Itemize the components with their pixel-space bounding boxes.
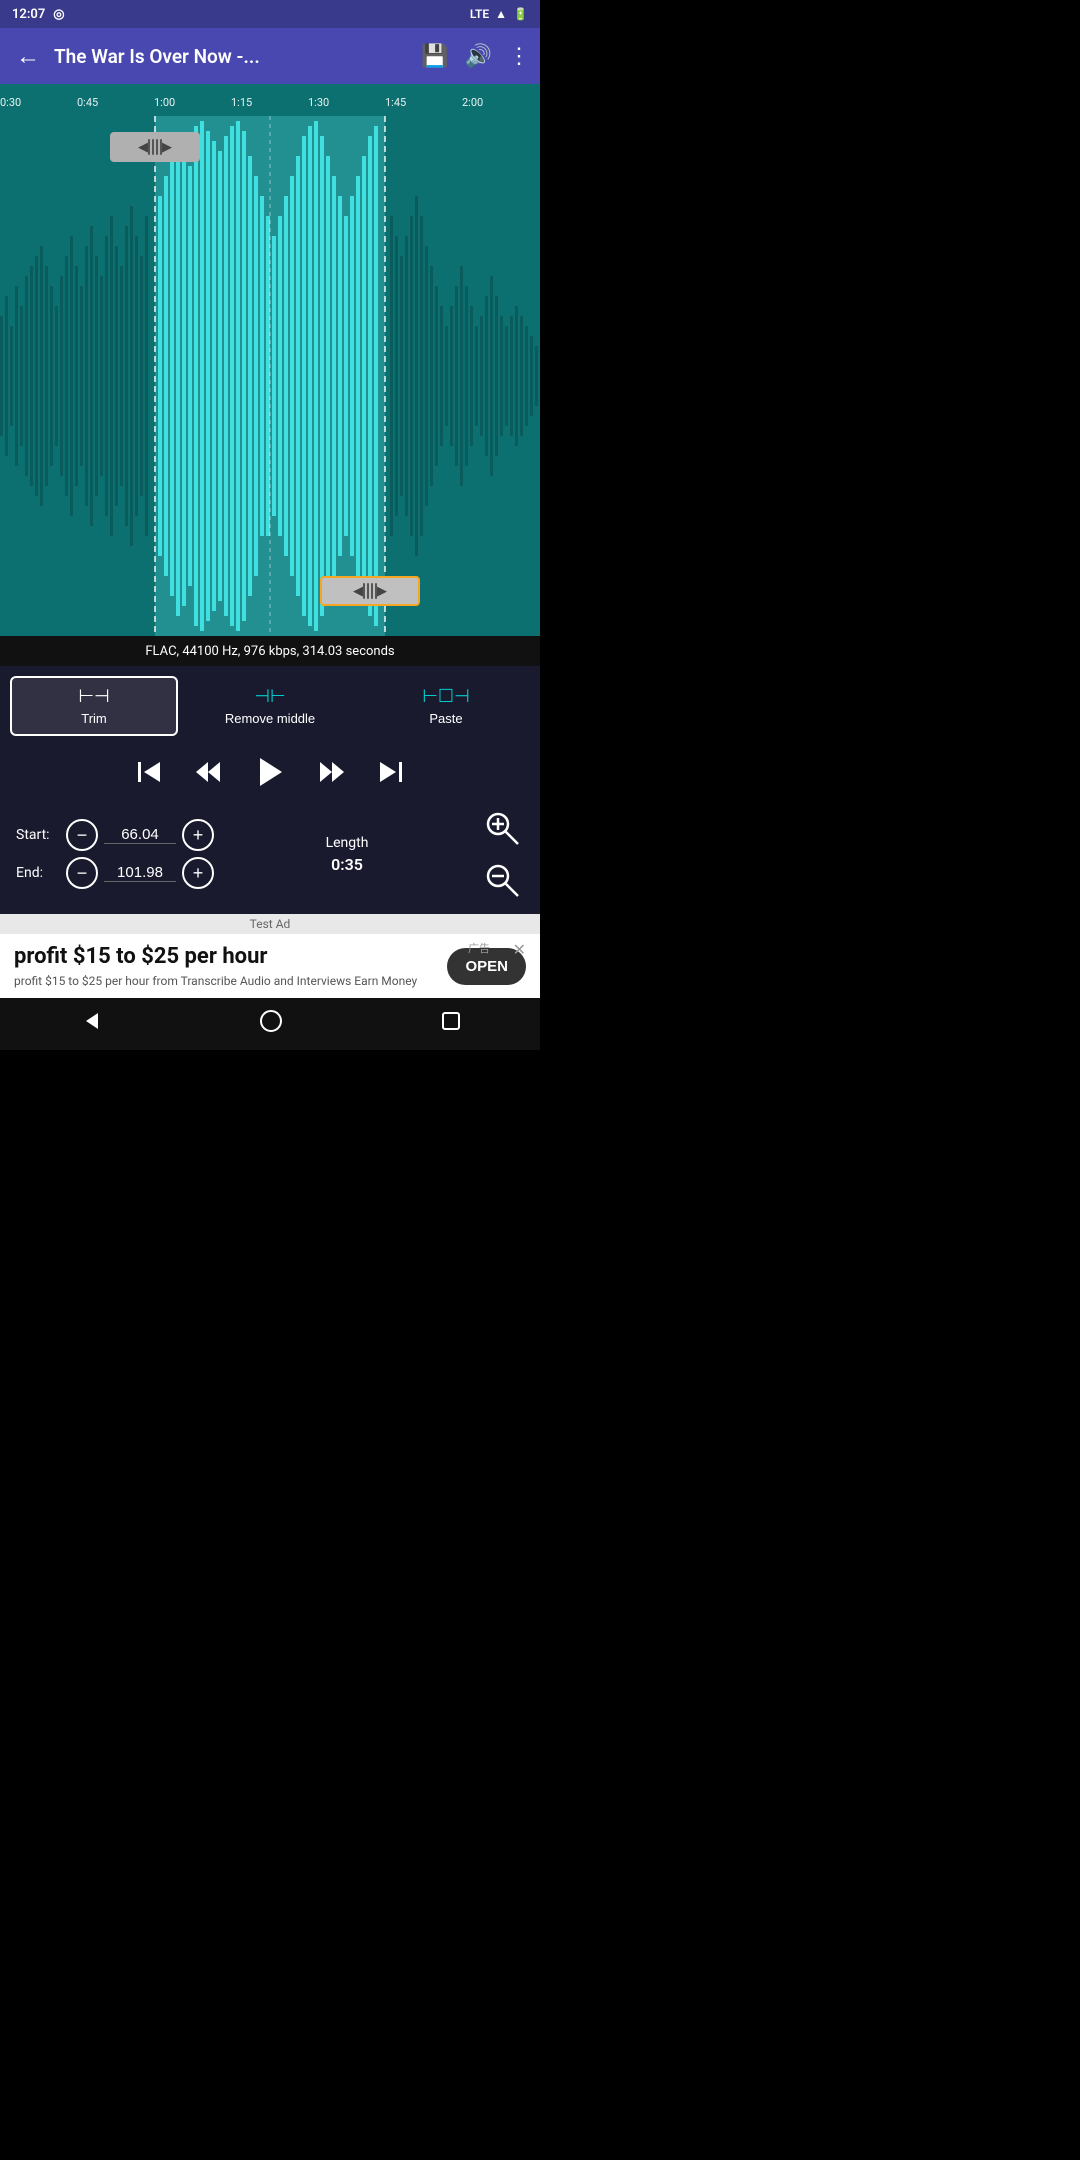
waveform-svg bbox=[0, 116, 540, 636]
ruler-mark-5: 1:45 bbox=[385, 84, 406, 116]
ruler-mark-4: 1:30 bbox=[308, 84, 329, 116]
end-increase-button[interactable]: + bbox=[182, 857, 214, 889]
skip-to-start-button[interactable] bbox=[130, 754, 166, 790]
trim-button[interactable]: ⊢⊣ Trim bbox=[10, 676, 178, 736]
more-icon[interactable]: ⋮ bbox=[508, 44, 530, 69]
zoom-group bbox=[480, 806, 524, 902]
ad-container: Test Ad 广告 ✕ profit $15 to $25 per hour … bbox=[0, 914, 540, 998]
ad-indicator: 广告 bbox=[468, 940, 490, 956]
end-label: End: bbox=[16, 865, 60, 881]
status-left: 12:07 ◎ bbox=[12, 7, 65, 22]
length-value: 0:35 bbox=[331, 855, 363, 874]
status-icon: ◎ bbox=[53, 7, 64, 22]
zoom-out-button[interactable] bbox=[480, 858, 524, 902]
mode-buttons: ⊢⊣ Trim ⊣⊢ Remove middle ⊢☐⊣ Paste bbox=[0, 676, 540, 746]
app-bar-icons: 💾 🔊 ⋮ bbox=[421, 44, 530, 69]
paste-button[interactable]: ⊢☐⊣ Paste bbox=[362, 676, 530, 736]
ad-close-button[interactable]: ✕ bbox=[513, 940, 526, 959]
start-label: Start: bbox=[16, 827, 60, 843]
trim-icon: ⊢⊣ bbox=[78, 686, 109, 707]
start-row: Start: − 66.04 + bbox=[16, 819, 214, 851]
end-row: End: − 101.98 + bbox=[16, 857, 214, 889]
trim-handle-end[interactable]: ◀ ▶ bbox=[320, 576, 420, 606]
back-button[interactable]: ← bbox=[10, 36, 46, 77]
info-bar: FLAC, 44100 Hz, 976 kbps, 314.03 seconds bbox=[0, 636, 540, 666]
signal-icon: ▲ bbox=[495, 7, 507, 21]
status-bar: 12:07 ◎ LTE ▲ 🔋 bbox=[0, 0, 540, 28]
ad-headline: profit $15 to $25 per hour bbox=[14, 944, 437, 970]
skip-to-end-button[interactable] bbox=[374, 754, 410, 790]
ruler-mark-2: 1:00 bbox=[154, 84, 175, 116]
ruler-mark-6: 2:00 bbox=[462, 84, 483, 116]
ruler-marks: 0:30 0:45 1:00 1:15 1:30 1:45 2:00 bbox=[0, 84, 540, 116]
volume-icon[interactable]: 🔊 bbox=[465, 44, 492, 69]
waveform-container[interactable]: ◀ ▶ ◀ ▶ bbox=[0, 116, 540, 636]
length-group: Length 0:35 bbox=[326, 835, 369, 874]
audio-info: FLAC, 44100 Hz, 976 kbps, 314.03 seconds bbox=[145, 644, 394, 659]
app-bar-title: The War Is Over Now -... bbox=[54, 45, 413, 68]
ruler-mark-1: 0:45 bbox=[77, 84, 98, 116]
fast-forward-button[interactable] bbox=[314, 754, 350, 790]
start-value-input[interactable]: 66.04 bbox=[104, 826, 176, 844]
length-label: Length bbox=[326, 835, 369, 851]
trim-label: Trim bbox=[81, 711, 107, 726]
battery-icon: 🔋 bbox=[513, 7, 528, 21]
trim-handle-start[interactable]: ◀ ▶ bbox=[110, 132, 200, 162]
paste-icon: ⊢☐⊣ bbox=[422, 686, 470, 707]
status-right: LTE ▲ 🔋 bbox=[470, 7, 528, 21]
end-decrease-button[interactable]: − bbox=[66, 857, 98, 889]
remove-middle-button[interactable]: ⊣⊢ Remove middle bbox=[186, 676, 354, 736]
nav-home-button[interactable] bbox=[249, 999, 293, 1050]
time-group: Start: − 66.04 + End: − 101.98 + bbox=[16, 819, 214, 889]
playback-controls bbox=[0, 746, 540, 802]
save-icon[interactable]: 💾 bbox=[421, 44, 448, 69]
zoom-in-button[interactable] bbox=[480, 806, 524, 850]
ad-text-group: profit $15 to $25 per hour profit $15 to… bbox=[14, 944, 447, 988]
play-button[interactable] bbox=[250, 752, 290, 792]
start-increase-button[interactable]: + bbox=[182, 819, 214, 851]
ruler-mark-3: 1:15 bbox=[231, 84, 252, 116]
ad-subtext: profit $15 to $25 per hour from Transcri… bbox=[14, 974, 437, 988]
lte-indicator: LTE bbox=[470, 7, 489, 21]
nav-bar bbox=[0, 998, 540, 1050]
paste-label: Paste bbox=[429, 711, 462, 726]
ad-banner: 广告 ✕ profit $15 to $25 per hour profit $… bbox=[0, 934, 540, 998]
start-decrease-button[interactable]: − bbox=[66, 819, 98, 851]
time-zoom-controls: Start: − 66.04 + End: − 101.98 + Length … bbox=[0, 802, 540, 906]
ruler-mark-0: 0:30 bbox=[0, 84, 21, 116]
ad-test-label: Test Ad bbox=[0, 914, 540, 934]
timeline-ruler: 0:30 0:45 1:00 1:15 1:30 1:45 2:00 bbox=[0, 84, 540, 116]
app-bar: ← The War Is Over Now -... 💾 🔊 ⋮ bbox=[0, 28, 540, 84]
status-time: 12:07 bbox=[12, 7, 45, 22]
remove-middle-icon: ⊣⊢ bbox=[254, 686, 285, 707]
nav-back-button[interactable] bbox=[68, 999, 112, 1050]
nav-recents-button[interactable] bbox=[430, 1000, 472, 1049]
remove-middle-label: Remove middle bbox=[225, 711, 315, 726]
rewind-button[interactable] bbox=[190, 754, 226, 790]
end-value-input[interactable]: 101.98 bbox=[104, 864, 176, 882]
controls-area: ⊢⊣ Trim ⊣⊢ Remove middle ⊢☐⊣ Paste bbox=[0, 666, 540, 914]
